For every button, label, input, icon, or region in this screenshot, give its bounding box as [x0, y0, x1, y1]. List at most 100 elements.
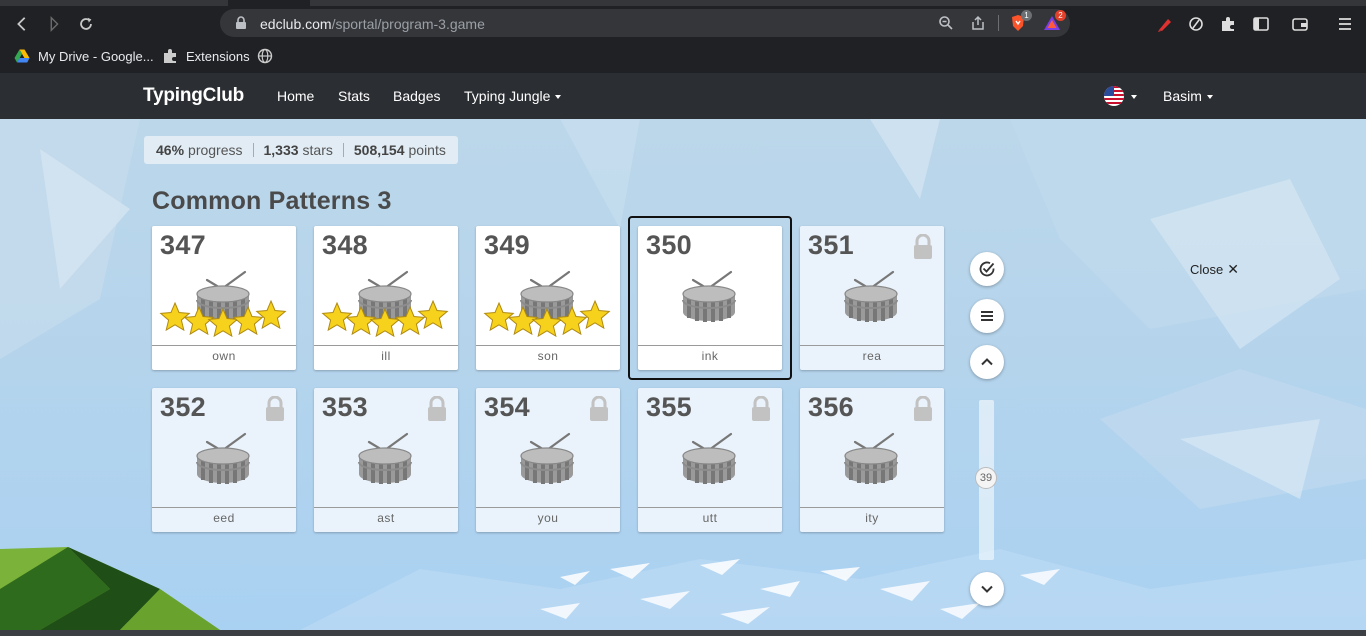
lesson-card-348[interactable]: 348 ill [314, 226, 458, 370]
progress-label: progress [188, 142, 243, 158]
star-rating [321, 299, 449, 338]
lesson-word: own [212, 349, 236, 363]
close-button[interactable]: Close ✕ [1190, 261, 1239, 278]
lesson-card-356[interactable]: 356 ity [800, 388, 944, 532]
lesson-scroll-thumb[interactable]: 39 [975, 467, 997, 489]
user-name: Basim [1163, 88, 1202, 104]
lesson-grid: 347 own 348 ill 349 son 350 ink 351 rea 352 eed 353 a… [152, 216, 952, 536]
lesson-card-349[interactable]: 349 son [476, 226, 620, 370]
nav-badges[interactable]: Badges [393, 88, 440, 104]
chevron-up-icon [981, 358, 993, 366]
user-menu[interactable]: Basim [1163, 88, 1213, 104]
stars-label: stars [302, 142, 333, 158]
wallet-icon[interactable] [1290, 14, 1310, 34]
drum-icon [841, 428, 901, 486]
star-icon [183, 305, 215, 336]
bookmark-label: Extensions [186, 48, 250, 64]
list-view-button[interactable] [970, 299, 1004, 333]
lesson-number: 349 [484, 230, 530, 260]
google-drive-icon [14, 49, 30, 63]
lesson-number: 354 [484, 392, 530, 422]
card-divider [314, 345, 458, 346]
url-domain: edclub.com [260, 16, 332, 32]
bookmark-extensions[interactable]: Extensions [162, 48, 250, 64]
card-divider [638, 507, 782, 508]
brave-badge: 1 [1021, 10, 1032, 21]
list-icon [981, 311, 993, 321]
url-text[interactable]: edclub.com/sportal/program-3.game [260, 16, 485, 32]
address-bar[interactable]: edclub.com/sportal/program-3.game 1 2 [220, 9, 1070, 37]
zoom-icon[interactable] [938, 15, 954, 31]
check-circle-icon [979, 261, 995, 277]
lesson-card-351[interactable]: 351 rea [800, 226, 944, 370]
chevron-down-icon [555, 95, 562, 100]
reload-icon [80, 17, 92, 30]
lock-icon [750, 395, 772, 422]
nav-typing-jungle-label: Typing Jungle [464, 88, 551, 104]
omnibox-divider [998, 15, 999, 31]
star-icon [207, 307, 239, 338]
lesson-number: 351 [808, 230, 854, 260]
card-divider [152, 507, 296, 508]
star-icon [531, 307, 563, 338]
site-logo[interactable]: TypingClub [143, 85, 244, 107]
reload-button[interactable] [74, 12, 98, 36]
star-icon [507, 305, 539, 336]
star-icon [321, 301, 353, 332]
back-arrow-icon [17, 17, 26, 31]
window-bottom-edge [0, 630, 1366, 636]
puzzle-icon[interactable] [1218, 14, 1238, 34]
scroll-down-button[interactable] [970, 572, 1004, 606]
star-icon [483, 301, 515, 332]
close-label: Close [1190, 262, 1224, 277]
lock-icon [588, 395, 610, 422]
menu-icon[interactable] [1335, 14, 1355, 34]
card-divider [476, 345, 620, 346]
lesson-number: 348 [322, 230, 368, 260]
lock-icon [912, 395, 934, 422]
lesson-card-352[interactable]: 352 eed [152, 388, 296, 532]
card-divider [152, 345, 296, 346]
lock-icon [236, 16, 246, 29]
lesson-word: you [537, 511, 559, 525]
sidebar-toggle-icon[interactable] [1251, 14, 1271, 34]
share-icon[interactable] [970, 15, 986, 31]
nav-typing-jungle[interactable]: Typing Jungle [464, 88, 562, 104]
lesson-word: son [537, 349, 559, 363]
points-label: points [408, 142, 446, 158]
lesson-card-354[interactable]: 354 you [476, 388, 620, 532]
lesson-word: rea [862, 349, 882, 363]
speed-extension-icon[interactable] [1186, 14, 1206, 34]
back-button[interactable] [10, 12, 34, 36]
lesson-word: eed [213, 511, 235, 525]
lesson-card-347[interactable]: 347 own [152, 226, 296, 370]
bookmark-my-drive[interactable]: My Drive - Google... [14, 48, 154, 64]
check-progress-button[interactable] [970, 252, 1004, 286]
lesson-number: 347 [160, 230, 206, 260]
drum-icon [517, 428, 577, 486]
rewards-button[interactable]: 2 [1042, 10, 1066, 33]
nav-home[interactable]: Home [277, 88, 314, 104]
lesson-card-355[interactable]: 355 utt [638, 388, 782, 532]
selected-lesson-outline [628, 216, 792, 380]
lesson-word: utt [702, 511, 718, 525]
drum-icon [841, 266, 901, 324]
chevron-down-icon [1206, 95, 1213, 100]
us-flag-icon[interactable] [1104, 86, 1124, 106]
chevron-down-icon [981, 585, 993, 593]
lesson-card-353[interactable]: 353 ast [314, 388, 458, 532]
stats-divider [252, 143, 254, 157]
card-divider [314, 507, 458, 508]
lock-icon [426, 395, 448, 422]
card-divider [476, 507, 620, 508]
language-chevron-down-icon[interactable] [1131, 95, 1137, 99]
nav-stats[interactable]: Stats [338, 88, 370, 104]
brave-shield-button[interactable]: 1 [1008, 10, 1032, 33]
lock-icon [264, 395, 286, 422]
bookmark-globe[interactable] [257, 48, 273, 64]
scroll-up-button[interactable] [970, 345, 1004, 379]
forward-button[interactable] [42, 12, 66, 36]
drum-icon [355, 428, 415, 486]
drum-icon [679, 428, 739, 486]
marker-extension-icon[interactable] [1155, 14, 1175, 34]
